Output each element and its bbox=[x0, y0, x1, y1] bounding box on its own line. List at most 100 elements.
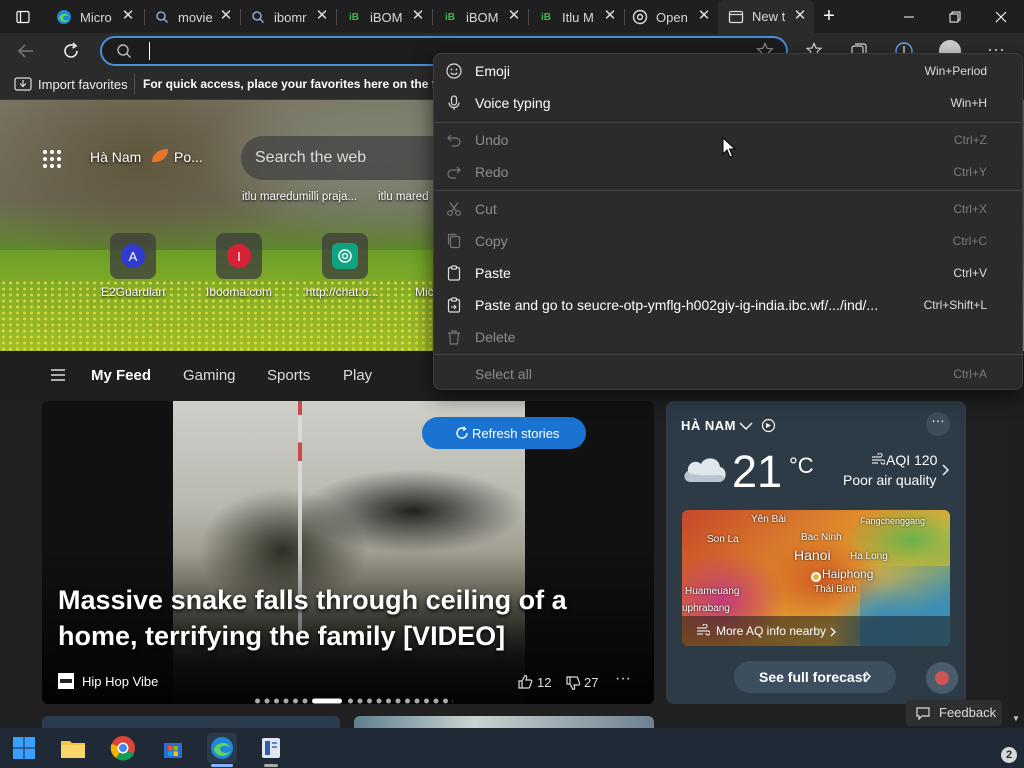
close-window-button[interactable] bbox=[978, 0, 1024, 33]
quick-link-ibooma[interactable]: I bbox=[216, 233, 262, 279]
menu-item-cut[interactable]: Cut Ctrl+X bbox=[434, 194, 1024, 224]
scrollbar[interactable] bbox=[1009, 351, 1024, 728]
menu-item-shortcut: Ctrl+C bbox=[952, 234, 987, 248]
carousel-dot[interactable] bbox=[348, 698, 353, 704]
story-headline[interactable]: Massive snake falls through ceiling of a… bbox=[58, 582, 618, 654]
close-icon[interactable]: ✕ bbox=[506, 8, 522, 24]
tab-gaming[interactable]: Gaming bbox=[183, 367, 236, 384]
quick-link-e2guardian[interactable]: A bbox=[110, 233, 156, 279]
carousel-dot[interactable] bbox=[274, 698, 279, 704]
tab-6[interactable]: Open ✕ bbox=[632, 4, 718, 30]
tab-play[interactable]: Play bbox=[343, 367, 372, 384]
store-icon[interactable] bbox=[158, 733, 188, 763]
close-icon[interactable]: ✕ bbox=[314, 8, 330, 24]
minimize-button[interactable] bbox=[886, 0, 932, 33]
thumbs-down-icon[interactable] bbox=[565, 675, 581, 691]
carousel-dot[interactable] bbox=[433, 698, 439, 704]
tab-0[interactable]: Micro ✕ bbox=[56, 4, 142, 30]
restore-button[interactable] bbox=[932, 0, 978, 33]
copilot-weather-icon[interactable] bbox=[926, 662, 958, 694]
tab-7-active[interactable]: New t ✕ bbox=[718, 0, 814, 33]
carousel-dot[interactable] bbox=[357, 698, 363, 704]
likes-count: 12 bbox=[537, 675, 552, 690]
carousel-dot[interactable] bbox=[452, 698, 458, 704]
map-label: Hanoi bbox=[794, 547, 831, 563]
tab-5[interactable]: iB Itlu M ✕ bbox=[538, 4, 624, 30]
hero-weather-short[interactable]: Po... bbox=[174, 149, 203, 165]
tab-sports[interactable]: Sports bbox=[267, 367, 310, 384]
feedback-label: Feedback bbox=[939, 705, 997, 720]
tab-separator bbox=[144, 9, 145, 25]
story-source[interactable]: Hip Hop Vibe bbox=[82, 674, 158, 689]
menu-item-copy[interactable]: Copy Ctrl+C bbox=[434, 226, 1024, 256]
menu-item-paste[interactable]: Paste Ctrl+V bbox=[434, 258, 1024, 288]
menu-item-delete[interactable]: Delete bbox=[434, 322, 1024, 352]
carousel-dot[interactable] bbox=[443, 698, 448, 704]
apps-grid-icon[interactable] bbox=[42, 149, 62, 169]
carousel-dot[interactable] bbox=[414, 698, 420, 704]
carousel-dot[interactable] bbox=[376, 698, 382, 704]
menu-item-shortcut: Ctrl+Shift+L bbox=[923, 298, 987, 312]
aq-status[interactable]: Poor air quality bbox=[843, 472, 936, 488]
notification-badge[interactable]: 2 bbox=[1001, 747, 1017, 763]
scroll-down-icon[interactable]: ▼ bbox=[1012, 714, 1020, 723]
weather-more-icon[interactable]: ··· bbox=[926, 412, 950, 436]
new-tab-button[interactable]: + bbox=[812, 0, 846, 33]
tab-2[interactable]: ibomr ✕ bbox=[250, 4, 336, 30]
context-menu: Emoji Win+Period Voice typing Win+H Undo… bbox=[433, 53, 1024, 390]
carousel-dot[interactable] bbox=[255, 698, 260, 704]
quick-link-chatgpt[interactable] bbox=[322, 233, 368, 279]
tab-actions-icon[interactable] bbox=[0, 0, 46, 33]
hamburger-icon[interactable] bbox=[50, 368, 66, 382]
story-more-icon[interactable]: ··· bbox=[615, 670, 631, 688]
menu-item-emoji[interactable]: Emoji Win+Period bbox=[434, 56, 1024, 86]
file-explorer-icon[interactable] bbox=[58, 733, 88, 763]
tab-4[interactable]: iB iBOM ✕ bbox=[442, 4, 528, 30]
carousel-dot-active[interactable] bbox=[312, 698, 342, 704]
edge-taskbar-icon[interactable] bbox=[207, 733, 237, 763]
thumbs-up-icon[interactable] bbox=[517, 674, 533, 690]
location-pin-icon[interactable] bbox=[761, 418, 776, 433]
carousel-dot[interactable] bbox=[424, 698, 429, 704]
tab-3[interactable]: iB iBOM ✕ bbox=[346, 4, 432, 30]
quick-link-label[interactable]: Mic bbox=[415, 285, 434, 299]
weather-location[interactable]: HÀ NAM bbox=[681, 418, 736, 433]
search-suggestion[interactable]: itlu maredumilli praja... bbox=[242, 191, 357, 203]
menu-item-paste-and-go[interactable]: Paste and go to seucre-otp-ymflg-h002giy… bbox=[434, 290, 1024, 320]
more-aq-link[interactable]: More AQ info nearby bbox=[716, 624, 826, 638]
search-suggestion[interactable]: itlu mared bbox=[378, 191, 429, 203]
close-icon[interactable]: ✕ bbox=[410, 8, 426, 24]
reader-icon[interactable] bbox=[256, 733, 286, 763]
carousel-dot[interactable] bbox=[405, 698, 410, 704]
tab-my-feed[interactable]: My Feed bbox=[91, 367, 151, 384]
carousel-dot[interactable] bbox=[395, 698, 401, 704]
carousel-dot[interactable] bbox=[302, 698, 308, 704]
hero-location[interactable]: Hà Nam bbox=[90, 149, 141, 165]
menu-item-redo[interactable]: Redo Ctrl+Y bbox=[434, 157, 1024, 187]
carousel-dot[interactable] bbox=[293, 698, 298, 704]
carousel-dot[interactable] bbox=[367, 698, 372, 704]
menu-item-voice-typing[interactable]: Voice typing Win+H bbox=[434, 88, 1024, 118]
close-icon[interactable]: ✕ bbox=[792, 8, 808, 24]
active-app-indicator bbox=[211, 764, 233, 767]
close-icon[interactable]: ✕ bbox=[120, 8, 136, 24]
chrome-icon[interactable] bbox=[108, 733, 138, 763]
carousel-dot[interactable] bbox=[283, 698, 289, 704]
letter-i-icon: I bbox=[227, 244, 251, 268]
back-button[interactable] bbox=[16, 41, 38, 61]
aqi-value[interactable]: AQI 120 bbox=[886, 452, 937, 468]
carousel-dot[interactable] bbox=[264, 698, 270, 704]
close-icon[interactable]: ✕ bbox=[696, 8, 712, 24]
windows-start-icon[interactable] bbox=[9, 733, 39, 763]
close-icon[interactable]: ✕ bbox=[218, 8, 234, 24]
chevron-right-icon[interactable] bbox=[941, 463, 951, 477]
chevron-down-icon[interactable] bbox=[738, 419, 754, 431]
tab-1[interactable]: movie ✕ bbox=[154, 4, 240, 30]
map-label: Ha Long bbox=[850, 551, 888, 562]
refresh-button[interactable] bbox=[61, 41, 83, 61]
carousel-dot[interactable] bbox=[386, 698, 391, 704]
import-favorites-link[interactable]: Import favorites bbox=[38, 77, 128, 92]
menu-item-select-all[interactable]: Select all Ctrl+A bbox=[434, 359, 1024, 389]
close-icon[interactable]: ✕ bbox=[602, 8, 618, 24]
cloud-icon bbox=[681, 450, 729, 486]
